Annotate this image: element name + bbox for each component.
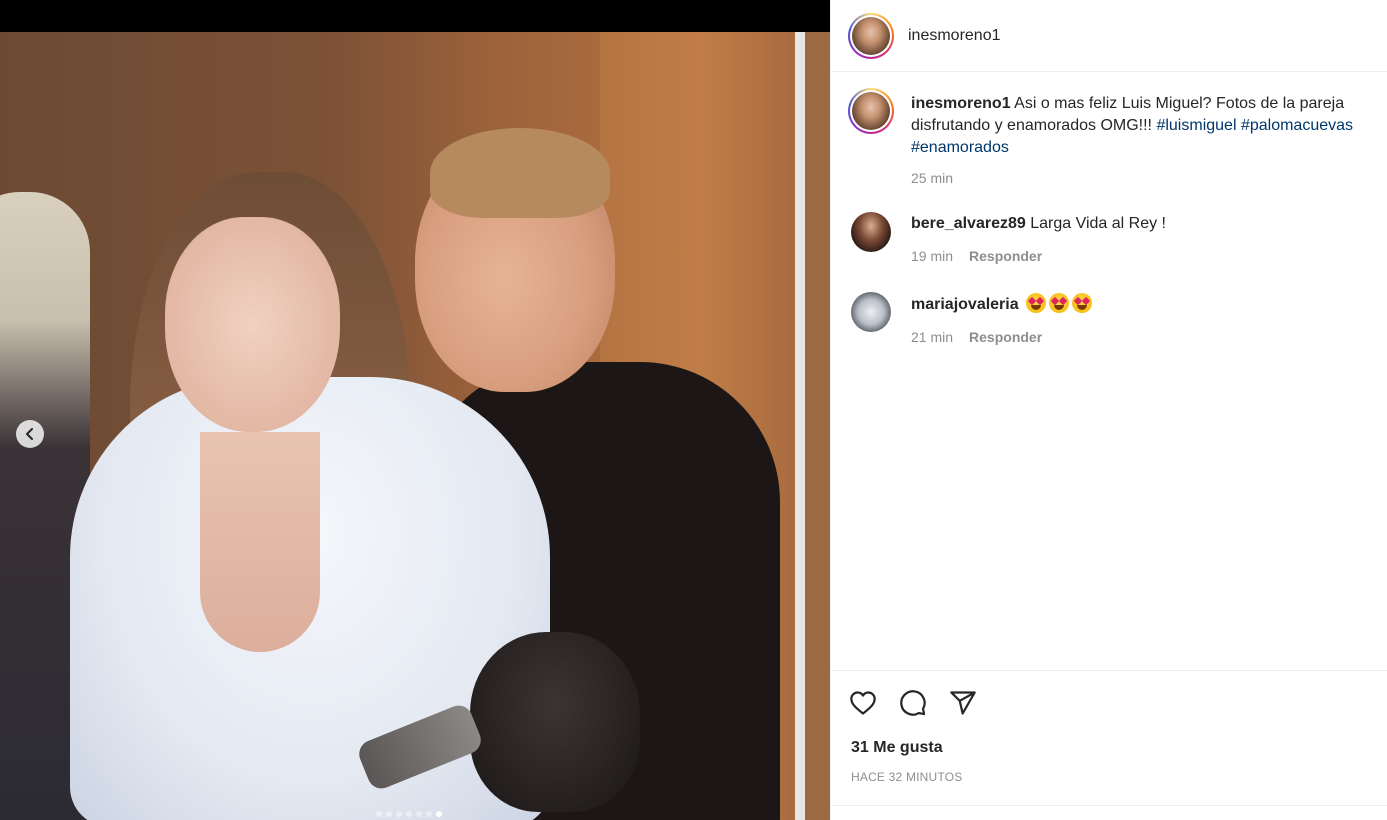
heart-icon	[850, 691, 876, 715]
carousel-dot	[436, 811, 442, 817]
post-photo	[0, 32, 830, 820]
photo-background-right	[805, 32, 830, 820]
media-top-letterbox	[0, 0, 830, 32]
comment-text: Larga Vida al Rey !	[1025, 215, 1166, 232]
heart-eyes-emoji	[1026, 293, 1047, 313]
comment-time: 21 min	[911, 329, 954, 345]
post-timestamp: HACE 32 MINUTOS	[851, 770, 963, 784]
photo-small-dog	[470, 632, 640, 812]
caption-avatar[interactable]	[848, 88, 894, 134]
comment-bubble-icon	[900, 690, 926, 716]
carousel-dot	[376, 811, 382, 817]
carousel-dot	[426, 811, 432, 817]
caption-username[interactable]: inesmoreno1	[911, 95, 1011, 112]
commenter-avatar[interactable]	[851, 212, 891, 252]
carousel-indicator	[376, 811, 442, 817]
post-panel: inesmoreno1 inesmoreno1 Asi o mas feliz …	[830, 0, 1387, 820]
photo-woman-face	[165, 217, 340, 432]
photo-woman-neckline	[200, 432, 320, 652]
author-avatar[interactable]	[848, 12, 894, 59]
heart-eyes-emoji	[1072, 293, 1093, 313]
commenter-avatar[interactable]	[851, 292, 891, 332]
carousel-dot	[396, 811, 402, 817]
like-button[interactable]	[849, 689, 877, 717]
author-avatar-image	[852, 16, 890, 55]
caption-text-block: inesmoreno1 Asi o mas feliz Luis Miguel?…	[911, 93, 1381, 159]
comment-time: 19 min	[911, 248, 954, 264]
chevron-left-icon	[26, 428, 33, 440]
post-caption: inesmoreno1 Asi o mas feliz Luis Miguel?…	[848, 88, 1381, 189]
heart-eyes-emoji	[1049, 293, 1070, 313]
comments-list: inesmoreno1 Asi o mas feliz Luis Miguel?…	[831, 72, 1387, 670]
carousel-dot	[416, 811, 422, 817]
share-button[interactable]	[949, 689, 977, 717]
hashtag-luismiguel[interactable]: #luismiguel	[1156, 117, 1236, 134]
action-bar	[849, 689, 977, 717]
comment-button[interactable]	[899, 689, 927, 717]
comment-item: mariajovaleria 21 min Responder	[848, 292, 1381, 348]
divider	[831, 805, 1387, 806]
caption-time: 25 min	[911, 170, 954, 186]
comment-text	[1019, 296, 1023, 313]
likes-count[interactable]: 31 Me gusta	[851, 739, 943, 757]
photo-man-hair	[430, 128, 610, 218]
carousel-prev-button[interactable]	[16, 420, 44, 448]
reply-button[interactable]: Responder	[969, 326, 1042, 348]
comment-username[interactable]: bere_alvarez89	[911, 215, 1026, 232]
photo-window-frame	[795, 32, 805, 820]
post-actions-section: 31 Me gusta HACE 32 MINUTOS	[831, 670, 1387, 820]
paper-plane-icon	[950, 691, 976, 715]
post-header: inesmoreno1	[831, 0, 1387, 72]
carousel-dot	[406, 811, 412, 817]
comment-username[interactable]: mariajovaleria	[911, 296, 1019, 313]
comment-item: bere_alvarez89 Larga Vida al Rey ! 19 mi…	[848, 212, 1381, 267]
reply-button[interactable]: Responder	[969, 245, 1042, 267]
caption-avatar-image	[852, 92, 890, 130]
hashtag-enamorados[interactable]: #enamorados	[911, 139, 1009, 156]
post-media	[0, 0, 830, 820]
header-username[interactable]: inesmoreno1	[908, 27, 1001, 45]
carousel-dot	[386, 811, 392, 817]
hashtag-palomacuevas[interactable]: #palomacuevas	[1241, 117, 1353, 134]
